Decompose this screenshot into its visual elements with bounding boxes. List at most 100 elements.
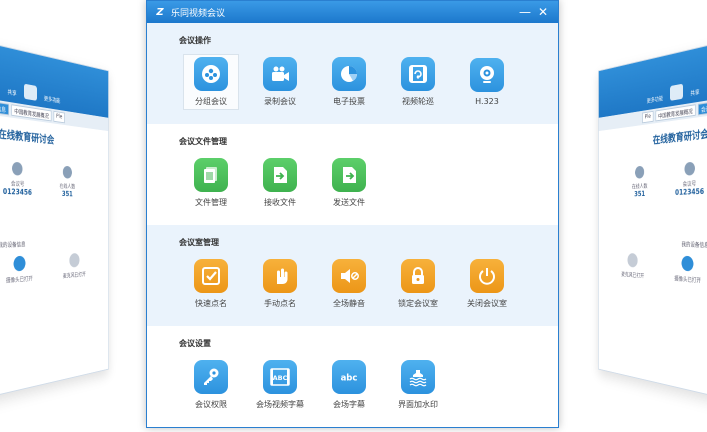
item-label: H.323 <box>475 97 499 106</box>
meeting-id-value: 0123456 <box>675 187 705 197</box>
camera-device[interactable]: 摄像头已打开 <box>673 255 703 285</box>
video-caption-icon: ABC <box>263 360 297 394</box>
close-room-button[interactable]: 关闭会议室 <box>459 256 515 312</box>
group-icon <box>194 57 228 91</box>
device-row: 摄像头已打开 麦克风已打开 <box>0 252 108 287</box>
mic-device-label: 麦克风已打开 <box>62 271 86 280</box>
camera-device-label: 摄像头已打开 <box>5 275 33 285</box>
camera-icon <box>681 255 694 272</box>
location-icon <box>684 161 695 176</box>
receive-file-icon <box>263 158 297 192</box>
microphone-icon <box>627 252 638 268</box>
section-items: 会议权限 ABC 会场视频字幕 abc 会场字幕 界面加水印 <box>179 357 558 413</box>
manual-rollcall-button[interactable]: 手动点名 <box>252 256 308 312</box>
electronic-vote-button[interactable]: 电子投票 <box>321 54 377 110</box>
more-label: 更多功能 <box>646 95 664 105</box>
item-label: 视频轮巡 <box>402 97 434 106</box>
more-icon[interactable] <box>670 83 683 101</box>
online-count-stat: 在线人数 351 <box>60 165 75 199</box>
item-label: 快速点名 <box>195 299 227 308</box>
meeting-permission-button[interactable]: 会议权限 <box>183 357 239 413</box>
item-label: 会议权限 <box>195 400 227 409</box>
section-title: 会议操作 <box>179 36 211 45</box>
section-meeting-settings: 会议设置 会议权限 ABC 会场视频字幕 abc 会场字幕 界面加水印 <box>147 326 558 427</box>
tab-meeting-info[interactable]: 会议信息 <box>0 99 10 116</box>
svg-text:abc: abc <box>341 374 358 384</box>
venue-caption-button[interactable]: abc 会场字幕 <box>321 357 377 413</box>
section-meeting-operations: 会议操作 分组会议 录制会议 电子投票 视频轮巡 H.323 <box>147 23 558 124</box>
meeting-functions-dialog: Z 乐同视频会议 — ✕ 会议操作 分组会议 录制会议 电子投票 视频轮巡 H.… <box>146 0 559 428</box>
section-items: 分组会议 录制会议 电子投票 视频轮巡 H.323 <box>179 54 558 110</box>
pie-chart-icon <box>332 57 366 91</box>
section-items: 快速点名 手动点名 全场静音 锁定会议室 关闭会议室 <box>179 256 558 312</box>
item-label: 手动点名 <box>264 299 296 308</box>
h323-button[interactable]: H.323 <box>459 54 515 110</box>
mic-device[interactable]: 麦克风已打开 <box>620 252 645 280</box>
camera-icon <box>13 255 26 272</box>
more-icon[interactable] <box>24 83 37 101</box>
mute-icon <box>332 259 366 293</box>
location-icon <box>12 161 23 176</box>
check-icon <box>194 259 228 293</box>
online-count-stat: 在线人数 351 <box>632 165 647 199</box>
video-rotation-button[interactable]: 视频轮巡 <box>390 54 446 110</box>
add-watermark-button[interactable]: 界面加水印 <box>390 357 446 413</box>
mic-device[interactable]: 麦克风已打开 <box>62 252 87 280</box>
dialog-title: 乐同视频会议 <box>171 8 226 19</box>
mute-all-button[interactable]: 全场静音 <box>321 256 377 312</box>
power-icon <box>470 259 504 293</box>
online-count-value: 351 <box>634 189 646 199</box>
group-meeting-button[interactable]: 分组会议 <box>183 54 239 110</box>
camera-icon <box>263 57 297 91</box>
meeting-id-value: 0123456 <box>2 187 32 197</box>
item-label: 分组会议 <box>195 97 227 106</box>
lock-room-button[interactable]: 锁定会议室 <box>390 256 446 312</box>
webcam-icon <box>470 58 504 92</box>
quick-rollcall-button[interactable]: 快速点名 <box>183 256 239 312</box>
venue-video-caption-button[interactable]: ABC 会场视频字幕 <box>252 357 308 413</box>
mic-device-label: 麦克风已打开 <box>621 271 645 280</box>
close-button[interactable]: ✕ <box>534 5 552 19</box>
tab-ple[interactable]: Ple <box>53 110 65 124</box>
left-background-window: 共享 更多功能 会议信息 中国教育发展概况 Ple 在线教育研讨会 会议号 01… <box>0 40 109 400</box>
users-icon <box>62 165 72 179</box>
section-title: 会议设置 <box>179 339 211 348</box>
item-label: 会场字幕 <box>333 400 365 409</box>
section-title: 会议文件管理 <box>179 137 227 146</box>
more-label: 更多功能 <box>43 95 61 105</box>
receive-file-button[interactable]: 接收文件 <box>252 155 308 211</box>
item-label: 全场静音 <box>333 299 365 308</box>
item-label: 发送文件 <box>333 198 365 207</box>
item-label: 接收文件 <box>264 198 296 207</box>
camera-device[interactable]: 摄像头已打开 <box>4 255 34 285</box>
files-icon <box>194 158 228 192</box>
item-label: 会场视频字幕 <box>256 400 304 409</box>
key-icon <box>194 360 228 394</box>
camera-device-label: 摄像头已打开 <box>674 275 702 285</box>
share-label: 共享 <box>690 89 700 98</box>
dialog-titlebar: Z 乐同视频会议 — ✕ <box>147 1 558 23</box>
tab-meeting-info[interactable]: 会议信息 <box>697 99 707 116</box>
item-label: 文件管理 <box>195 198 227 207</box>
svg-text:ABC: ABC <box>273 374 288 382</box>
section-room-management: 会议室管理 快速点名 手动点名 全场静音 锁定会议室 关闭会议室 <box>147 225 558 326</box>
send-file-button[interactable]: 发送文件 <box>321 155 377 211</box>
microphone-icon <box>69 252 80 268</box>
item-label: 关闭会议室 <box>467 299 507 308</box>
tab-ple[interactable]: Ple <box>642 110 654 124</box>
minimize-button[interactable]: — <box>516 5 534 19</box>
meeting-id-stat: 会议号 0123456 <box>675 161 704 197</box>
item-label: 界面加水印 <box>398 400 438 409</box>
lock-icon <box>401 259 435 293</box>
caption-icon: abc <box>332 360 366 394</box>
app-logo-icon: Z <box>156 6 164 18</box>
device-row: 摄像头已打开 麦克风已打开 <box>599 252 707 287</box>
file-management-button[interactable]: 文件管理 <box>183 155 239 211</box>
section-items: 文件管理 接收文件 发送文件 <box>179 155 558 211</box>
item-label: 电子投票 <box>333 97 365 106</box>
online-count-value: 351 <box>61 189 73 199</box>
record-meeting-button[interactable]: 录制会议 <box>252 54 308 110</box>
hand-icon <box>263 259 297 293</box>
screenshot-stage: 共享 更多功能 会议信息 中国教育发展概况 Ple 在线教育研讨会 会议号 01… <box>0 0 707 432</box>
meeting-id-stat: 会议号 0123456 <box>3 161 32 197</box>
